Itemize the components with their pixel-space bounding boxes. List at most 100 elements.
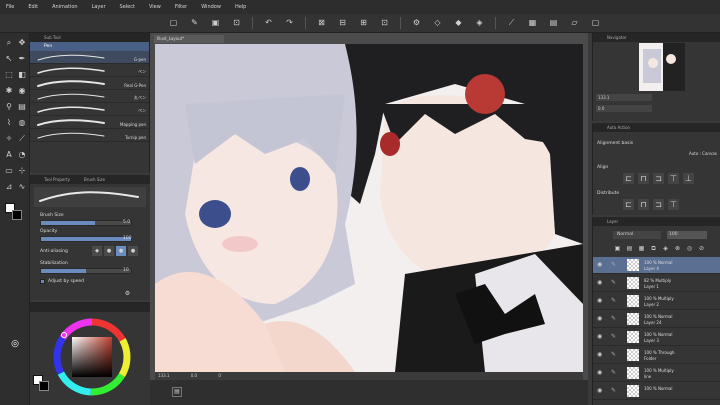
color-tab[interactable] [30,303,150,312]
distribute-center-icon[interactable]: ⊓ [638,199,649,210]
save-icon[interactable]: ▣ [210,18,221,29]
visibility-eye-icon[interactable]: ◉ [597,297,602,304]
undo-icon[interactable]: ↶ [263,18,274,29]
clear-icon[interactable]: ⊠ [316,18,327,29]
text-icon[interactable]: A [3,149,15,161]
distribute-top-icon[interactable]: ⊤ [668,199,679,210]
fill-bucket-icon[interactable]: ◉ [16,85,28,97]
visibility-eye-icon[interactable]: ◉ [597,279,602,286]
brush-size-slider[interactable] [40,220,132,226]
wrench-icon[interactable]: ⚙ [122,288,133,299]
antialias-strong-icon[interactable]: ● [128,246,138,256]
figure-icon[interactable]: ⟋ [16,133,28,145]
edit-pen-icon[interactable]: ✎ [611,315,616,322]
selection-icon[interactable]: ⬚ [3,69,15,81]
edit-pen-icon[interactable]: ✎ [611,261,616,268]
menu-view[interactable]: View [149,4,161,10]
stabilization-slider[interactable] [40,268,132,274]
select-all-icon[interactable]: ⚙ [411,18,422,29]
layer-row[interactable]: ◉ ✎ 100 % Multiply line [593,365,720,382]
sub-color-swatch[interactable] [12,210,22,220]
menu-window[interactable]: Window [201,4,221,10]
opacity-slider[interactable] [40,236,132,242]
layer-tab[interactable]: Layer [593,217,720,226]
menu-select[interactable]: Select [120,4,135,10]
adjust-by-speed-checkbox[interactable] [40,279,45,284]
eraser-icon[interactable]: ◧ [16,69,28,81]
edit-pen-icon[interactable]: ✎ [611,279,616,286]
blend-mode-select[interactable]: Normal [613,231,661,239]
align-left-icon[interactable]: ⊏ [623,173,634,184]
snap-grid-icon[interactable]: ▦ [527,18,538,29]
copy-icon[interactable]: ⊞ [358,18,369,29]
color-wheel[interactable] [52,317,132,397]
operation-icon[interactable]: ↖ [3,53,15,65]
brush-item[interactable]: Turnip pen [30,129,149,142]
alignment-mode[interactable]: Auto : Canvas [689,151,717,156]
align-middle-icon[interactable]: ⊥ [683,173,694,184]
ruler-tool-icon[interactable]: ⊿ [3,181,15,193]
export-icon[interactable]: ⊡ [231,18,242,29]
antialias-weak-icon[interactable]: ● [104,246,114,256]
tool-property-tab[interactable]: Tool Property Brush Size [30,175,150,184]
layer-row[interactable]: ◉ ✎ 100 % Through Folder [593,347,720,364]
new-file-icon[interactable]: ▢ [168,18,179,29]
document-tab[interactable]: Illust_Layout* [154,35,224,43]
distribute-left-icon[interactable]: ⊏ [623,199,634,210]
snap-ruler-icon[interactable]: ⟋ [506,18,517,29]
antialias-medium-icon[interactable]: ● [116,246,126,256]
visibility-eye-icon[interactable]: ◉ [597,351,602,358]
new-vector-layer-icon[interactable]: ▤ [625,244,634,253]
brush-icon[interactable]: ⌇ [3,117,15,129]
redo-icon[interactable]: ↷ [284,18,295,29]
correct-line-icon[interactable]: ⊹ [16,165,28,177]
snap-special-icon[interactable]: ▤ [548,18,559,29]
sub-color-box[interactable] [39,381,49,391]
visibility-eye-icon[interactable]: ◉ [597,315,602,322]
brush-item[interactable]: ペン [30,64,149,77]
canvas-rotation-value[interactable]: 0 [218,373,221,378]
snap-icon[interactable]: ◈ [474,18,485,29]
edit-pen-icon[interactable]: ✎ [611,333,616,340]
clip-layer-icon[interactable]: ⧉ [649,244,658,253]
lasso-icon[interactable]: ✱ [3,85,15,97]
edit-pen-icon[interactable]: ✎ [611,369,616,376]
navigator-angle-field[interactable]: 0.0 [596,105,652,112]
cut-icon[interactable]: ⊟ [337,18,348,29]
timeline-toggle-icon[interactable]: ▤ [172,387,182,397]
subtool-group-pen[interactable]: Pen [30,42,149,51]
menu-animation[interactable]: Animation [52,4,78,10]
move-icon[interactable]: ✥ [16,37,28,49]
layer-opacity-slider[interactable]: 100 [667,231,707,239]
visibility-eye-icon[interactable]: ◉ [597,369,602,376]
subtool-tab[interactable]: Sub Tool [30,33,149,42]
deselect-icon[interactable]: ◇ [432,18,443,29]
brush-item[interactable]: ペン [30,103,149,116]
align-top-icon[interactable]: ⊤ [668,173,679,184]
menu-file[interactable]: File [6,4,14,10]
visibility-eye-icon[interactable]: ◉ [597,387,602,394]
open-icon[interactable]: ✎ [189,18,200,29]
lock-layer-icon[interactable]: ⊗ [673,244,682,253]
layer-row[interactable]: ◉ ✎ 100 % Normal Layer 4 [593,257,720,274]
edit-pen-icon[interactable]: ✎ [611,387,616,394]
pen-icon[interactable]: ✒ [16,53,28,65]
auto-action-tab[interactable]: Auto Action [593,123,720,132]
layer-row[interactable]: ◉ ✎ 82 % Multiply Layer 1 [593,275,720,292]
menu-help[interactable]: Help [235,4,246,10]
new-raster-layer-icon[interactable]: ▣ [613,244,622,253]
airbrush-icon[interactable]: ◍ [16,117,28,129]
curve-icon[interactable]: ∿ [16,181,28,193]
balloon-icon[interactable]: ◔ [16,149,28,161]
navigator-zoom-field[interactable]: 133.1 [596,94,652,101]
edit-pen-icon[interactable]: ✎ [611,351,616,358]
canvas-zoom-value[interactable]: 133.1 [158,373,169,378]
fill-icon[interactable]: ◆ [453,18,464,29]
reference-layer-icon[interactable]: ◈ [661,244,670,253]
delete-layer-icon[interactable]: ⊘ [697,244,706,253]
layer-row[interactable]: ◉ ✎ 100 % Multiply Layer 2 [593,293,720,310]
menu-edit[interactable]: Edit [28,4,38,10]
visibility-eye-icon[interactable]: ◉ [597,333,602,340]
new-folder-icon[interactable]: ▦ [637,244,646,253]
eyedropper-icon[interactable]: ⚲ [3,101,15,113]
